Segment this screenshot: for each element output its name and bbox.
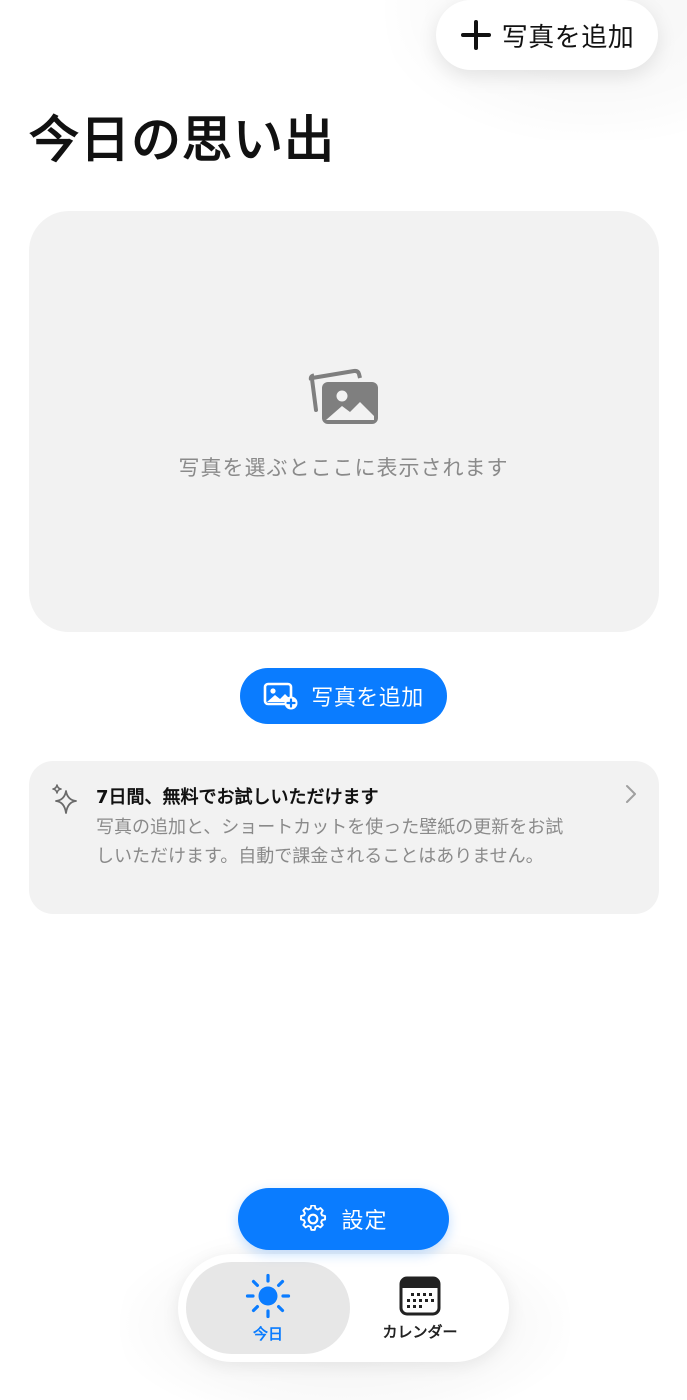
tab-today-label: 今日	[252, 1324, 283, 1343]
free-trial-card[interactable]: 7日間、無料でお試しいただけます 写真の追加と、ショートカットを使った壁紙の更新…	[29, 761, 659, 914]
chevron-right-icon	[626, 785, 636, 803]
add-photo-button[interactable]: 写真を追加	[240, 668, 447, 724]
trial-title: 7日間、無料でお試しいただけます	[96, 787, 379, 808]
photo-add-icon	[263, 682, 298, 710]
settings-button[interactable]: 設定	[238, 1188, 449, 1250]
sparkle-icon	[52, 784, 77, 814]
tab-today[interactable]: 今日	[186, 1262, 350, 1354]
sun-icon	[245, 1273, 291, 1318]
settings-button-label: 設定	[341, 1209, 388, 1234]
page: 写真を追加 今日の思い出 写真を選ぶとここに表示されます 写真を追加 7日間、無…	[0, 0, 687, 1400]
tab-calendar[interactable]: カレンダー	[338, 1262, 502, 1354]
top-add-photo-button[interactable]: 写真を追加	[436, 0, 658, 70]
tab-bar: 今日 カレンダー	[178, 1254, 509, 1362]
photos-icon	[308, 368, 378, 424]
top-add-photo-label: 写真を追加	[501, 22, 635, 53]
calendar-icon	[399, 1276, 441, 1315]
plus-icon	[460, 19, 492, 51]
trial-body: 写真の追加と、ショートカットを使った壁紙の更新をお試しいただけます。自動で課金さ…	[96, 817, 564, 867]
add-photo-button-label: 写真を追加	[311, 686, 424, 711]
photo-placeholder-text: 写真を選ぶとここに表示されます	[178, 456, 509, 480]
page-title: 今日の思い出	[29, 111, 335, 169]
tab-calendar-label: カレンダー	[382, 1322, 458, 1341]
gear-icon	[300, 1205, 327, 1231]
